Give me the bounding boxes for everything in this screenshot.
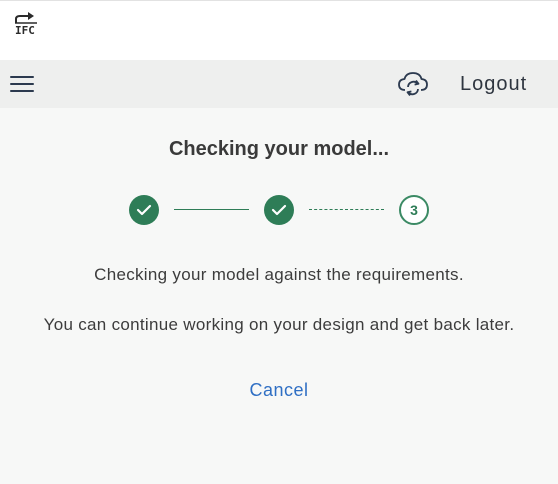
- hamburger-line: [10, 90, 34, 92]
- navbar: Logout: [0, 60, 558, 108]
- step-connector-1: [174, 209, 249, 210]
- progress-stepper: 3: [0, 194, 558, 228]
- check-icon: [136, 204, 152, 216]
- hamburger-menu-icon: [10, 76, 34, 78]
- logout-button[interactable]: Logout: [448, 70, 539, 98]
- hamburger-menu-button[interactable]: [8, 71, 36, 97]
- hint-message: You can continue working on your design …: [43, 315, 515, 334]
- status-message: Checking your model against the requirem…: [94, 265, 464, 284]
- check-icon: [271, 204, 287, 216]
- app-header: IFC: [0, 0, 558, 60]
- step-connector-2: [309, 209, 384, 210]
- cloud-sync-button[interactable]: [396, 70, 430, 98]
- ifc-logo: IFC: [12, 10, 42, 42]
- logo-text: IFC: [15, 24, 35, 37]
- step-3-current: 3: [399, 195, 429, 225]
- page-title: Checking your model...: [168, 138, 390, 160]
- cloud-sync-icon: [398, 72, 428, 97]
- hamburger-line: [10, 83, 34, 85]
- step-2-complete: [264, 195, 294, 225]
- step-1-complete: [129, 195, 159, 225]
- cancel-button[interactable]: Cancel: [229, 376, 329, 404]
